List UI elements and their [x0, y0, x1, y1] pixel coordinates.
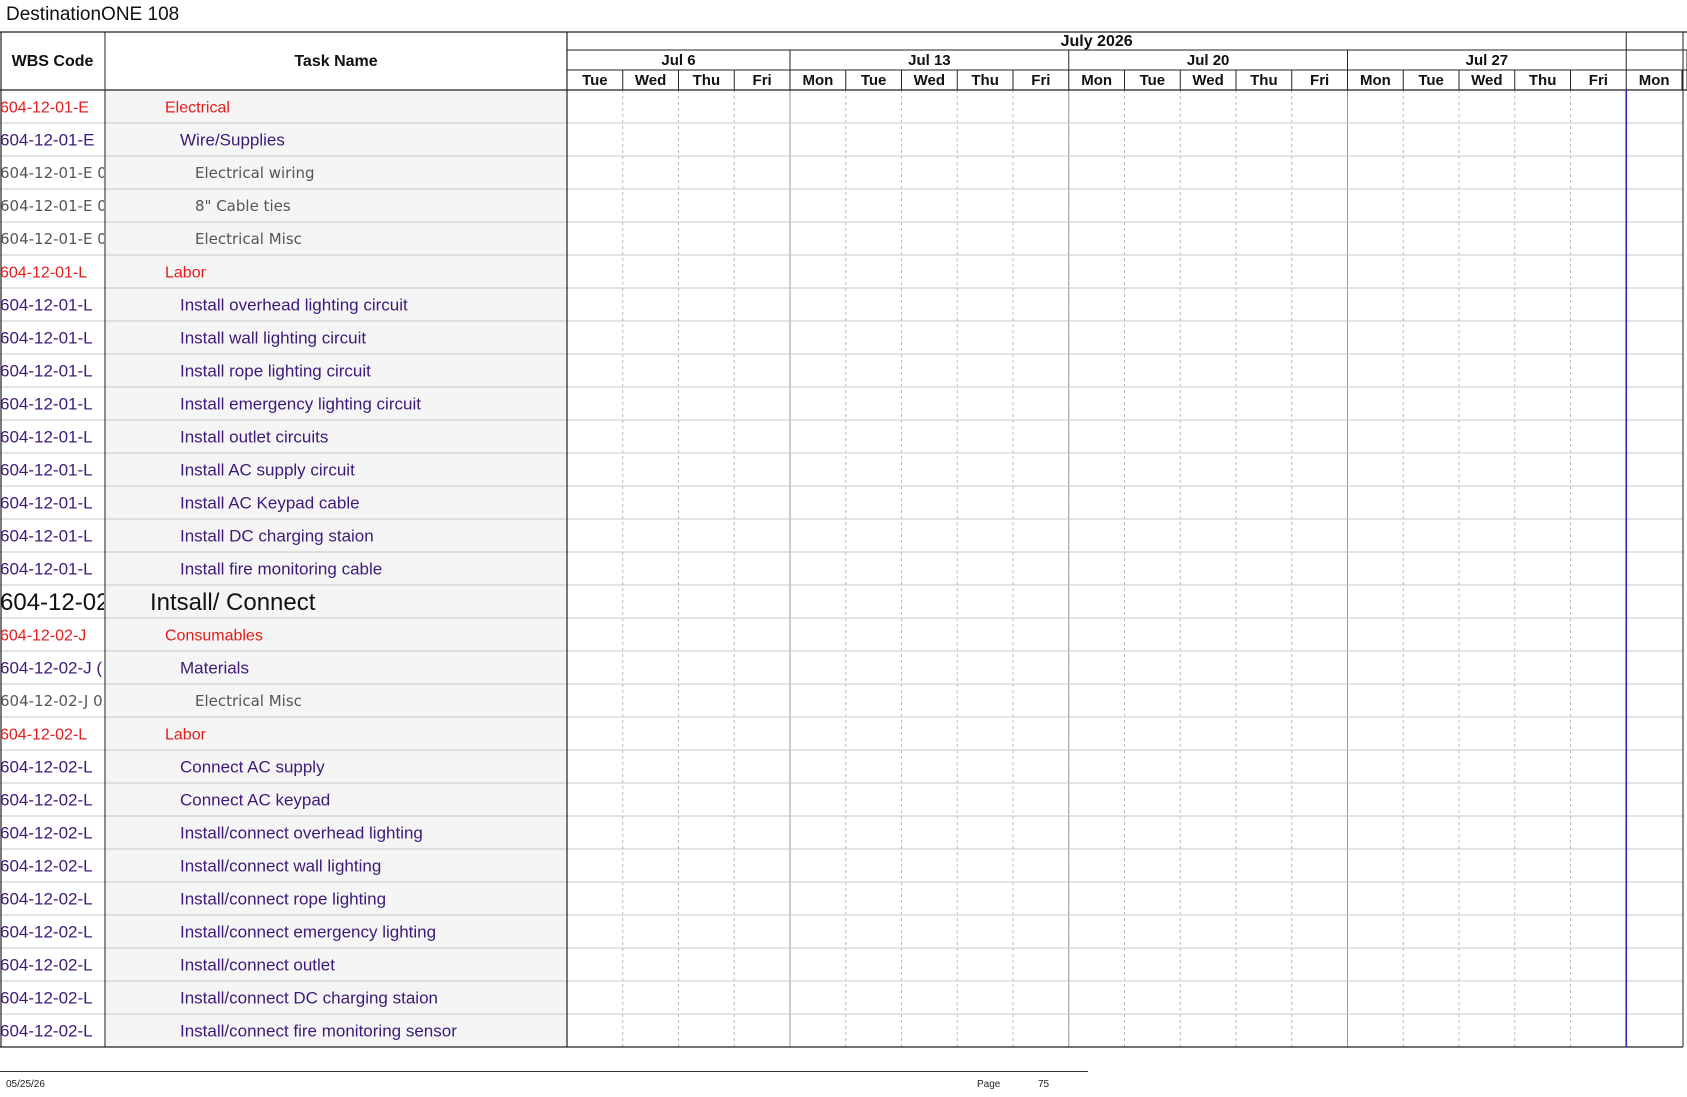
footer-page-number: 75 — [1038, 1079, 1050, 1090]
row-wbs-code: 604-12-01-E 0 — [0, 197, 107, 215]
row-wbs-code: 604-12-02-J ( — [0, 659, 102, 678]
timeline-day-label: Fri — [753, 72, 772, 89]
row-task-name: Electrical wiring — [195, 164, 315, 182]
row-task-name: Labor — [165, 264, 207, 281]
timeline-week-label: Jul 20 — [1187, 52, 1230, 69]
row-task-name: Install overhead lighting circuit — [180, 296, 408, 315]
row-task-name: Electrical Misc — [195, 692, 302, 710]
row-wbs-code: 604-12-02-L — [0, 824, 93, 843]
row-task-name: Install emergency lighting circuit — [180, 395, 421, 414]
timeline-day-label: Thu — [971, 72, 999, 89]
row-task-name: Labor — [165, 726, 207, 743]
timeline-day-label: Tue — [1418, 72, 1444, 89]
timeline-week-label: Jul 13 — [908, 52, 951, 69]
row-task-name: Install/connect outlet — [180, 956, 335, 975]
timeline-day-label: Wed — [1192, 72, 1223, 89]
timeline-day-label: Mon — [1081, 72, 1112, 89]
row-task-name: Install AC supply circuit — [180, 461, 355, 480]
timeline-day-label: Wed — [1471, 72, 1502, 89]
timeline-day-label: Thu — [1529, 72, 1557, 89]
timeline-day-label: Mon — [802, 72, 833, 89]
row-wbs-code: 604-12-01-L — [0, 527, 93, 546]
row-task-name: Materials — [180, 659, 249, 678]
timeline-day-label: Wed — [635, 72, 666, 89]
timeline-day-label: Mon — [1360, 72, 1391, 89]
timeline-day-label: Tue — [861, 72, 887, 89]
timeline-week-label: Jul 6 — [661, 52, 695, 69]
row-wbs-code: 604-12-02-L — [0, 989, 93, 1008]
row-wbs-code: 604-12-01-L — [0, 461, 93, 480]
row-task-name: Install/connect overhead lighting — [180, 824, 423, 843]
row-wbs-code: 604-12-01-L — [0, 560, 93, 579]
row-task-name: Install AC Keypad cable — [180, 494, 360, 513]
timeline-day-label: Fri — [1310, 72, 1329, 89]
row-task-name: Electrical Misc — [195, 230, 302, 248]
row-task-name: Install/connect emergency lighting — [180, 923, 436, 942]
timeline-week-label: Jul 27 — [1466, 52, 1509, 69]
row-wbs-code: 604-12-01-L — [0, 329, 93, 348]
timeline-day-label: Mon — [1639, 72, 1670, 89]
timeline-day-label: Tue — [1140, 72, 1166, 89]
row-task-name: Install/connect rope lighting — [180, 890, 386, 909]
row-wbs-code: 604-12-02-L — [0, 758, 93, 777]
row-wbs-code: 604-12-02-L — [0, 890, 93, 909]
row-task-name: Install/connect fire monitoring sensor — [180, 1022, 457, 1041]
row-wbs-code: 604-12-01-E 0 — [0, 230, 107, 248]
row-task-name: Install rope lighting circuit — [180, 362, 371, 381]
row-task-name: Electrical — [165, 99, 230, 116]
row-wbs-code: 604-12-01-L — [0, 428, 93, 447]
timeline-day-label: Thu — [1250, 72, 1278, 89]
row-wbs-code: 604-12-02-L — [0, 1022, 93, 1041]
timeline-day-label: Wed — [914, 72, 945, 89]
wbs-column-header: WBS Code — [12, 53, 94, 70]
row-wbs-code: 604-12-01-L — [0, 362, 93, 381]
footer-page-label: Page — [977, 1079, 1001, 1090]
row-wbs-code: 604-12-02-L — [0, 726, 87, 743]
timeline-day-label: Fri — [1589, 72, 1608, 89]
row-task-name: Connect AC supply — [180, 758, 325, 777]
row-task-name: Intsall/ Connect — [150, 589, 316, 616]
footer-date: 05/25/26 — [6, 1079, 45, 1090]
row-wbs-code: 604-12-02-L — [0, 857, 93, 876]
row-task-name: Consumables — [165, 627, 263, 644]
timeline-day-label: Fri — [1031, 72, 1050, 89]
row-wbs-code: 604-12-02-J 01 — [0, 692, 112, 710]
row-wbs-code: 604-12-01-L — [0, 264, 87, 281]
row-task-name: Connect AC keypad — [180, 791, 330, 810]
row-wbs-code: 604-12-01-E — [0, 131, 95, 150]
gantt-chart: WBS Code Task Name July 2026 Jul 6 Jul 13 Jul… — [0, 31, 1687, 1048]
row-wbs-code: 604-12-01-L — [0, 395, 93, 414]
row-task-name: Wire/Supplies — [180, 131, 285, 150]
row-task-name: Install DC charging staion — [180, 527, 374, 546]
row-wbs-code: 604-12-02-L — [0, 923, 93, 942]
row-wbs-code: 604-12-01-E — [0, 99, 89, 116]
timeline-day-label: Tue — [582, 72, 608, 89]
footer-divider — [0, 1071, 1088, 1072]
row-wbs-code: 604-12-02-L — [0, 956, 93, 975]
row-task-name: Install fire monitoring cable — [180, 560, 382, 579]
row-wbs-code: 604-12-02-J — [0, 627, 86, 644]
row-wbs-code: 604-12-01-E 0 — [0, 164, 107, 182]
row-task-name: 8" Cable ties — [195, 197, 291, 215]
row-wbs-code: 604-12-02 — [0, 589, 109, 616]
timeline-day-label: Thu — [693, 72, 721, 89]
task-column-header: Task Name — [294, 53, 377, 70]
row-wbs-code: 604-12-02-L — [0, 791, 93, 810]
row-task-name: Install outlet circuits — [180, 428, 328, 447]
row-task-name: Install/connect DC charging staion — [180, 989, 438, 1008]
row-task-name: Install/connect wall lighting — [180, 857, 381, 876]
row-wbs-code: 604-12-01-L — [0, 296, 93, 315]
row-wbs-code: 604-12-01-L — [0, 494, 93, 513]
row-task-name: Install wall lighting circuit — [180, 329, 366, 348]
timeline-month-label: July 2026 — [1061, 33, 1133, 50]
